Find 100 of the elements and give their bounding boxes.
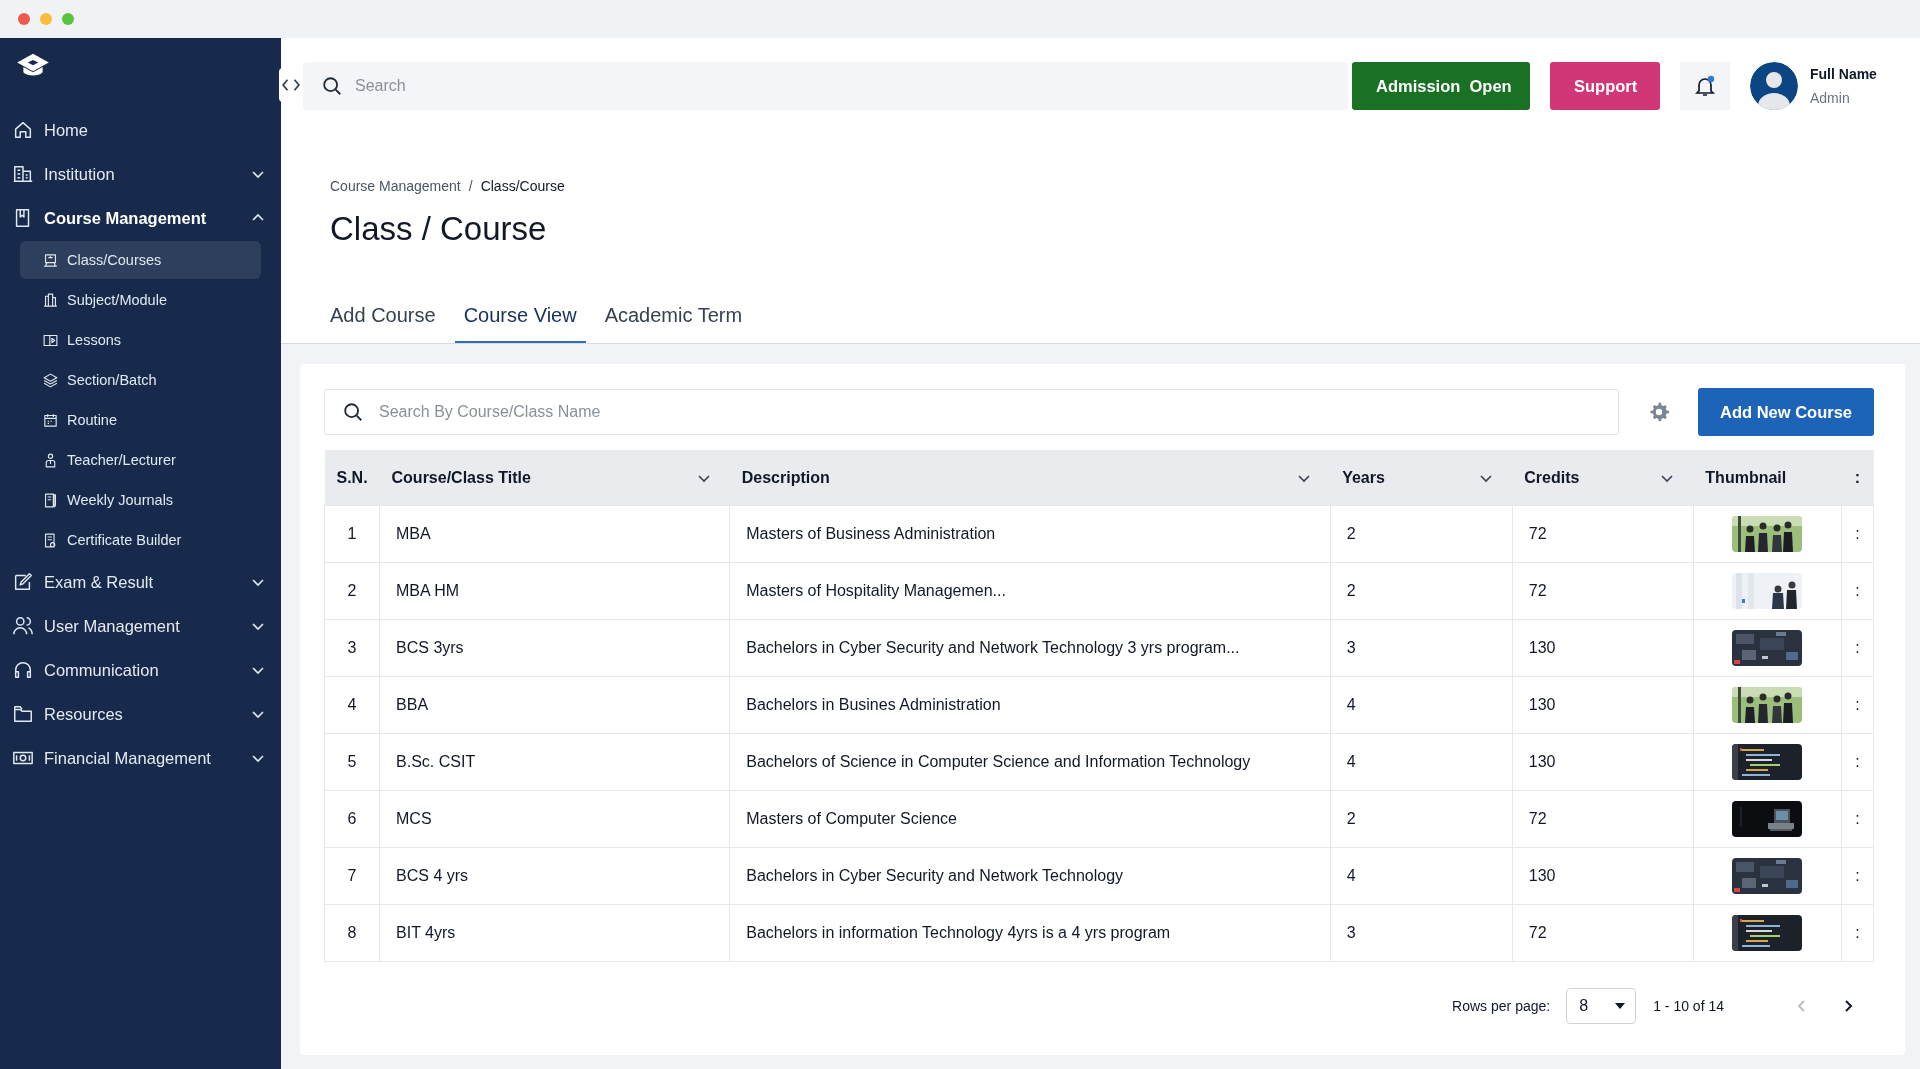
nav-icon (12, 659, 34, 681)
notification-button[interactable] (1680, 62, 1730, 110)
column-header[interactable]: Description (729, 450, 1331, 506)
table-cell: 130 (1512, 676, 1694, 734)
search-field[interactable]: Search By Course/Class Name (324, 389, 1619, 435)
sidebar-subitem[interactable]: Class/Courses (20, 241, 261, 279)
sidebar-subitem[interactable]: Lessons (20, 321, 261, 359)
sidebar-item[interactable]: Institution (0, 152, 281, 196)
bell-icon (1693, 74, 1717, 98)
row-menu[interactable]: : (1841, 562, 1874, 620)
dropdown-arrow-icon (1615, 1003, 1626, 1009)
breadcrumb-separator: / (468, 178, 473, 194)
table-cell: Masters of Computer Science (729, 790, 1331, 848)
column-header[interactable]: S.N. (324, 450, 380, 506)
row-menu[interactable]: : (1841, 904, 1874, 962)
column-header[interactable]: Credits (1512, 450, 1694, 506)
row-menu[interactable]: : (1841, 505, 1874, 563)
table-cell: B.Sc. CSIT (379, 733, 730, 791)
table-cell: Masters of Business Administration (729, 505, 1331, 563)
table-cell: 130 (1512, 619, 1694, 677)
tab[interactable]: Academic Term (595, 304, 752, 343)
page-range: 1 - 10 of 14 (1653, 998, 1724, 1014)
table-cell: 6 (324, 790, 380, 848)
table-cell: 4 (1330, 847, 1513, 905)
table-cell: BCS 3yrs (379, 619, 730, 677)
code-brackets-icon (280, 78, 302, 92)
table-cell: 2 (1330, 505, 1513, 563)
table-cell: MCS (379, 790, 730, 848)
header-button[interactable]: Admission Open (1352, 62, 1530, 110)
nav-icon (12, 119, 34, 141)
table-cell: 2 (1330, 790, 1513, 848)
rows-per-page-select[interactable]: 8 (1566, 988, 1637, 1024)
nav-icon (12, 163, 34, 185)
table-cell: 5 (324, 733, 380, 791)
sidebar-item[interactable]: Course Management (0, 196, 281, 240)
table-cell: 72 (1512, 505, 1694, 563)
table-cell: 4 (324, 676, 380, 734)
sidebar-subitem[interactable]: Certificate Builder (20, 521, 261, 559)
header-button[interactable]: Support (1550, 62, 1660, 110)
table-cell: 8 (324, 904, 380, 962)
page-title: Class / Course (330, 210, 548, 248)
row-menu[interactable]: : (1841, 619, 1874, 677)
nav-icon (12, 571, 34, 593)
add-course-button[interactable]: Add New Course (1698, 388, 1874, 436)
row-menu[interactable]: : (1841, 733, 1874, 791)
sidebar-item[interactable]: Communication (0, 648, 281, 692)
table-cell: 3 (1330, 904, 1513, 962)
table-cell: Bachelors in Busines Administration (729, 676, 1331, 734)
table-cell: BIT 4yrs (379, 904, 730, 962)
tab[interactable]: Add Course (321, 304, 445, 343)
sidebar-item[interactable]: User Management (0, 604, 281, 648)
row-menu[interactable]: : (1841, 790, 1874, 848)
column-header[interactable]: Course/Class Title (379, 450, 730, 506)
nav-icon (42, 251, 59, 269)
avatar-icon[interactable] (1750, 62, 1798, 110)
nav-icon (42, 491, 59, 509)
table-cell: Bachelors in information Technology 4yrs is a 4 yrs program (729, 904, 1331, 962)
table-cell: 2 (324, 562, 380, 620)
table-cell: Masters of Hospitality Managemen... (729, 562, 1331, 620)
column-header[interactable]: Thumbnail (1693, 450, 1842, 506)
table-cell: BBA (379, 676, 730, 734)
sidebar-subitem[interactable]: Routine (20, 401, 261, 439)
search-icon (342, 401, 364, 423)
table-cell: 3 (324, 619, 380, 677)
table-cell: 2 (1330, 562, 1513, 620)
search-field[interactable]: Search (303, 62, 1348, 110)
nav-icon (42, 291, 59, 309)
column-header[interactable]: : (1841, 450, 1874, 506)
table-cell: MBA HM (379, 562, 730, 620)
sidebar-item[interactable]: Financial Management (0, 736, 281, 780)
nav-icon (42, 371, 59, 389)
table-cell: BCS 4 yrs (379, 847, 730, 905)
user-name: Full Name (1810, 66, 1877, 82)
sidebar-subitem[interactable]: Subject/Module (20, 281, 261, 319)
table-cell: 4 (1330, 733, 1513, 791)
breadcrumb-link[interactable]: Class/Course (480, 178, 565, 194)
user-role: Admin (1810, 90, 1851, 106)
table-cell: 72 (1512, 562, 1694, 620)
breadcrumb-link[interactable]: Course Management (330, 178, 461, 194)
sidebar-subitem[interactable]: Weekly Journals (20, 481, 261, 519)
table-cell: 1 (324, 505, 380, 563)
table-cell: 72 (1512, 904, 1694, 962)
sidebar-subitem[interactable]: Teacher/Lecturer (20, 441, 261, 479)
table-cell: Bachelors in Cyber Security and Network Technology (729, 847, 1331, 905)
table-cell: Bachelors of Science in Computer Science and Information Technology (729, 733, 1331, 791)
sidebar-item[interactable]: Home (0, 108, 281, 152)
column-header[interactable]: Years (1330, 450, 1513, 506)
search-icon (321, 75, 343, 97)
sidebar-subitem[interactable]: Section/Batch (20, 361, 261, 399)
close-window-button[interactable] (18, 13, 30, 25)
sidebar-item[interactable]: Resources (0, 692, 281, 736)
sidebar-item[interactable]: Exam & Result (0, 560, 281, 604)
table-cell: 130 (1512, 847, 1694, 905)
table-cell: 3 (1330, 619, 1513, 677)
nav-icon (12, 703, 34, 725)
table-cell: 130 (1512, 733, 1694, 791)
row-menu[interactable]: : (1841, 676, 1874, 734)
settings-icon[interactable] (1648, 401, 1670, 423)
table-cell: 7 (324, 847, 380, 905)
row-menu[interactable]: : (1841, 847, 1874, 905)
